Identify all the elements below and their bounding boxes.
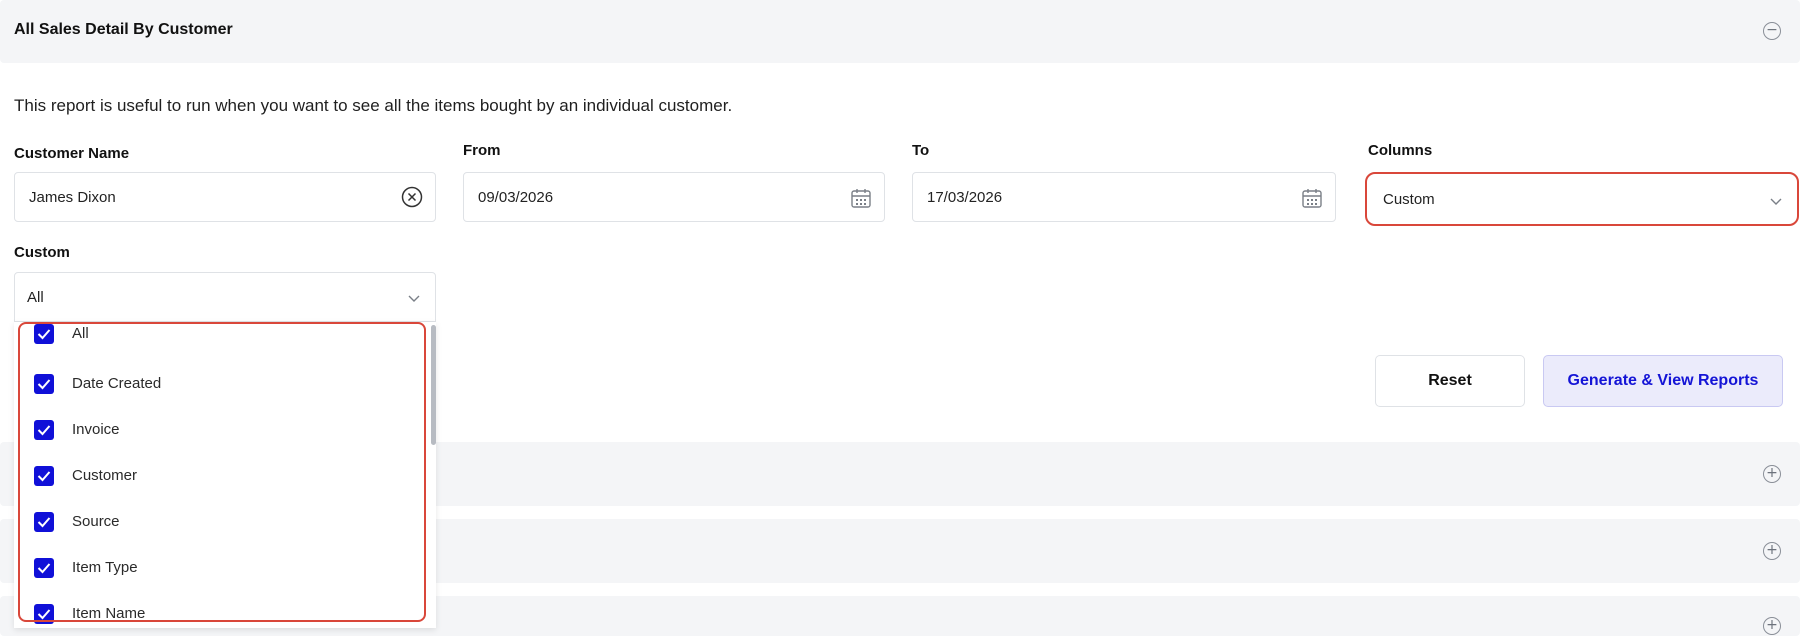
plus-circle-icon[interactable]: + xyxy=(1763,617,1781,635)
from-label: From xyxy=(463,142,501,159)
from-date-field[interactable]: 09/03/2026 xyxy=(463,172,885,222)
checkmark-icon xyxy=(37,329,51,340)
reset-button[interactable]: Reset xyxy=(1375,355,1525,407)
dropdown-scrollbar[interactable] xyxy=(431,325,436,445)
checkbox-checked[interactable] xyxy=(34,604,54,624)
checkmark-icon xyxy=(37,379,51,390)
checkmark-icon xyxy=(37,563,51,574)
option-label: Date Created xyxy=(72,375,162,392)
plus-circle-icon[interactable]: + xyxy=(1763,465,1781,483)
report-panel-header[interactable]: All Sales Detail By Customer − xyxy=(0,0,1800,63)
minus-circle-icon[interactable]: − xyxy=(1763,22,1781,40)
checkmark-icon xyxy=(37,517,51,528)
to-label: To xyxy=(912,142,930,159)
checkmark-icon xyxy=(37,471,51,482)
customer-name-field[interactable]: James Dixon xyxy=(14,172,436,222)
checkbox-checked[interactable] xyxy=(34,420,54,440)
option-date-created[interactable]: Date Created xyxy=(20,362,410,408)
option-label: All xyxy=(72,325,89,342)
report-description: This report is useful to run when you wa… xyxy=(14,96,733,115)
custom-columns-dropdown[interactable]: All Date Created Invoice Customer Source… xyxy=(14,322,436,628)
calendar-icon[interactable] xyxy=(850,187,872,214)
chevron-down-icon xyxy=(1769,193,1783,211)
option-item-type[interactable]: Item Type xyxy=(20,546,410,592)
calendar-icon[interactable] xyxy=(1301,187,1323,214)
checkbox-checked[interactable] xyxy=(34,324,54,344)
option-label: Item Name xyxy=(72,605,146,622)
option-label: Item Type xyxy=(72,559,138,576)
chevron-down-icon xyxy=(407,290,421,308)
clear-x-icon[interactable] xyxy=(401,186,423,213)
option-invoice[interactable]: Invoice xyxy=(20,408,410,454)
checkbox-checked[interactable] xyxy=(34,466,54,486)
columns-label: Columns xyxy=(1368,142,1433,159)
option-source[interactable]: Source xyxy=(20,500,410,546)
from-date-value: 09/03/2026 xyxy=(478,189,554,206)
customer-name-value: James Dixon xyxy=(29,189,116,206)
customer-name-label: Customer Name xyxy=(14,145,130,162)
option-customer[interactable]: Customer xyxy=(20,454,410,500)
checkbox-checked[interactable] xyxy=(34,374,54,394)
checkbox-checked[interactable] xyxy=(34,512,54,532)
option-all[interactable]: All xyxy=(20,322,410,358)
option-label: Invoice xyxy=(72,421,120,438)
to-date-value: 17/03/2026 xyxy=(927,189,1003,206)
to-date-field[interactable]: 17/03/2026 xyxy=(912,172,1336,222)
columns-select[interactable]: Custom xyxy=(1365,172,1799,226)
custom-label: Custom xyxy=(14,244,70,261)
checkbox-checked[interactable] xyxy=(34,558,54,578)
plus-circle-icon[interactable]: + xyxy=(1763,542,1781,560)
columns-value: Custom xyxy=(1383,191,1435,208)
generate-view-reports-button[interactable]: Generate & View Reports xyxy=(1543,355,1783,407)
checkmark-icon xyxy=(37,425,51,436)
custom-value: All xyxy=(27,289,44,306)
option-label: Source xyxy=(72,513,120,530)
option-item-name[interactable]: Item Name xyxy=(20,592,410,628)
checkmark-icon xyxy=(37,609,51,620)
option-label: Customer xyxy=(72,467,138,484)
panel-title: All Sales Detail By Customer xyxy=(14,21,233,38)
custom-select[interactable]: All xyxy=(14,272,436,322)
